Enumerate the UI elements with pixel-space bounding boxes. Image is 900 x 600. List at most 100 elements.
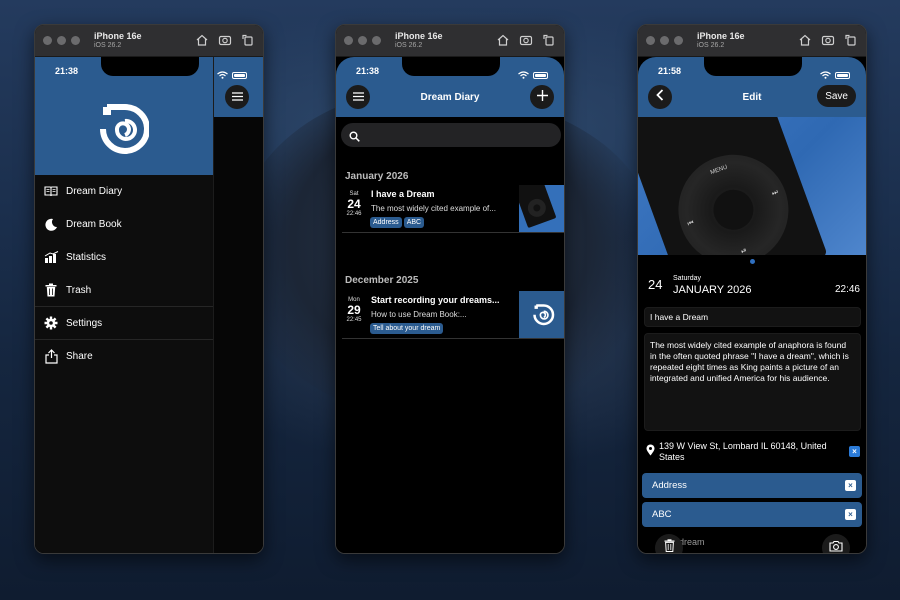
- wifi-icon: [217, 66, 228, 84]
- click-wheel: MENU ⏮ ⏭ ⏯: [662, 139, 804, 255]
- remove-location-button[interactable]: ×: [849, 446, 860, 457]
- entry-time[interactable]: 22:46: [835, 284, 860, 295]
- menu-item-label: Settings: [66, 317, 103, 329]
- remove-tag-button[interactable]: ×: [845, 480, 856, 491]
- share-icon: [43, 348, 59, 364]
- device-name: iPhone 16e: [395, 30, 443, 41]
- trash-icon: [664, 539, 675, 553]
- menu-item-statistics[interactable]: Statistics: [35, 241, 213, 274]
- simulator-titlebar: iPhone 16e iOS 26.2: [35, 25, 263, 57]
- ipod-image: MENU ⏮ ⏭ ⏯: [638, 117, 828, 255]
- hamburger-icon: [231, 88, 243, 106]
- menu-item-label: Share: [66, 350, 93, 362]
- search-input[interactable]: [341, 123, 561, 147]
- add-photo-button[interactable]: [822, 534, 850, 553]
- chart-icon: [43, 249, 59, 265]
- rotate-icon[interactable]: [542, 33, 556, 47]
- simulator-window-menu: iPhone 16e iOS 26.2 21:38 Dream Diary Dr…: [34, 24, 264, 554]
- entry-time: 22:45: [346, 317, 362, 323]
- list-item[interactable]: Mon 29 22:45 Start recording your dreams…: [342, 291, 564, 339]
- entry-day: 24: [648, 277, 663, 292]
- entry-month-year: JANUARY 2026: [673, 284, 752, 296]
- home-icon[interactable]: [496, 33, 510, 47]
- search-icon: [349, 129, 360, 147]
- side-menu: Dream Diary Dream Book Statistics Trash …: [35, 175, 213, 553]
- menu-item-dream-diary[interactable]: Dream Diary: [35, 175, 213, 208]
- notch: [704, 57, 802, 76]
- tag-item[interactable]: Address ×: [642, 473, 862, 498]
- entry-day: 24: [347, 197, 361, 211]
- title-field[interactable]: I have a Dream: [644, 307, 861, 327]
- simulator-window-edit: iPhone 16e iOS 26.2 Edit Save 21:58 MENU…: [637, 24, 867, 554]
- tag-item[interactable]: ABC ×: [642, 502, 862, 527]
- menu-item-label: Trash: [66, 284, 92, 296]
- close-light[interactable]: [344, 36, 353, 45]
- entry-photo[interactable]: MENU ⏮ ⏭ ⏯: [638, 117, 866, 255]
- close-light[interactable]: [43, 36, 52, 45]
- menu-item-label: Dream Book: [66, 218, 122, 230]
- close-icon: ×: [852, 447, 857, 456]
- close-icon: ×: [848, 510, 853, 519]
- menu-item-share[interactable]: Share: [35, 340, 213, 373]
- entry-title: I have a Dream: [371, 189, 435, 199]
- phone-screen: Dream Diary 21:38 January 2026 Sat 24 22…: [336, 57, 564, 553]
- tag-label: ABC: [652, 509, 672, 520]
- entry-time: 22:46: [346, 211, 362, 217]
- screenshot-icon[interactable]: [519, 33, 533, 47]
- phone-screen: Edit Save 21:58 MENU ⏮ ⏭ ⏯ 24 Saturday J…: [638, 57, 866, 553]
- window-controls[interactable]: [344, 36, 381, 45]
- zoom-light[interactable]: [71, 36, 80, 45]
- rotate-icon[interactable]: [844, 33, 858, 47]
- minimize-light[interactable]: [358, 36, 367, 45]
- screenshot-icon[interactable]: [218, 33, 232, 47]
- hamburger-menu-button[interactable]: [225, 85, 249, 109]
- forward-icon: ⏭: [770, 188, 780, 198]
- tag-chip: ABC: [403, 217, 425, 228]
- minimize-light[interactable]: [660, 36, 669, 45]
- notch: [402, 57, 500, 76]
- entry-date: Mon 29 22:45: [342, 297, 366, 323]
- screenshot-icon[interactable]: [821, 33, 835, 47]
- rewind-icon: ⏮: [686, 219, 695, 229]
- status-time: 21:38: [55, 66, 79, 76]
- phone-screen: 21:38 Dream Diary Dream Book Statistics …: [35, 57, 263, 553]
- menu-item-dream-book[interactable]: Dream Book: [35, 208, 213, 241]
- section-header: December 2025: [345, 275, 419, 286]
- entry-thumbnail: [513, 177, 564, 232]
- zoom-light[interactable]: [674, 36, 683, 45]
- app-logo-icon: [97, 101, 150, 157]
- zoom-light[interactable]: [372, 36, 381, 45]
- list-item[interactable]: Sat 24 22:46 I have a Dream The most wid…: [342, 177, 564, 233]
- entry-weekday: Saturday: [673, 275, 702, 282]
- menu-item-label: Dream Diary: [66, 185, 123, 197]
- main-content-edge[interactable]: [213, 57, 263, 553]
- menu-item-label: Statistics: [66, 251, 107, 263]
- simulator-window-list: iPhone 16e iOS 26.2 Dream Diary 21:38 Ja…: [335, 24, 565, 554]
- page-indicator: [750, 259, 755, 264]
- menu-item-trash[interactable]: Trash: [35, 274, 213, 307]
- menu-item-settings[interactable]: Settings: [35, 307, 213, 340]
- photo-menu-text: MENU: [709, 164, 729, 177]
- window-controls[interactable]: [646, 36, 683, 45]
- remove-tag-button[interactable]: ×: [845, 509, 856, 520]
- save-button[interactable]: Save: [817, 85, 856, 107]
- app-logo-icon: [519, 291, 564, 338]
- tag-chip: Tell about your dream: [370, 323, 444, 334]
- simulator-titlebar: iPhone 16e iOS 26.2: [638, 25, 866, 57]
- tag-label: Address: [652, 480, 687, 491]
- wheel-center: [707, 184, 760, 236]
- date-row[interactable]: 24 Saturday JANUARY 2026 22:46: [638, 271, 866, 301]
- rotate-icon[interactable]: [241, 33, 255, 47]
- close-light[interactable]: [646, 36, 655, 45]
- entry-title: Start recording your dreams...: [371, 295, 500, 305]
- home-icon[interactable]: [798, 33, 812, 47]
- home-icon[interactable]: [195, 33, 209, 47]
- device-os: iOS 26.2: [94, 41, 122, 49]
- status-time: 21:38: [356, 66, 380, 76]
- book-icon: [43, 183, 59, 199]
- body-field[interactable]: The most widely cited example of anaphor…: [644, 333, 861, 431]
- window-controls[interactable]: [43, 36, 80, 45]
- minimize-light[interactable]: [57, 36, 66, 45]
- add-entry-button[interactable]: [530, 85, 554, 109]
- tag-chip: Address: [370, 217, 402, 228]
